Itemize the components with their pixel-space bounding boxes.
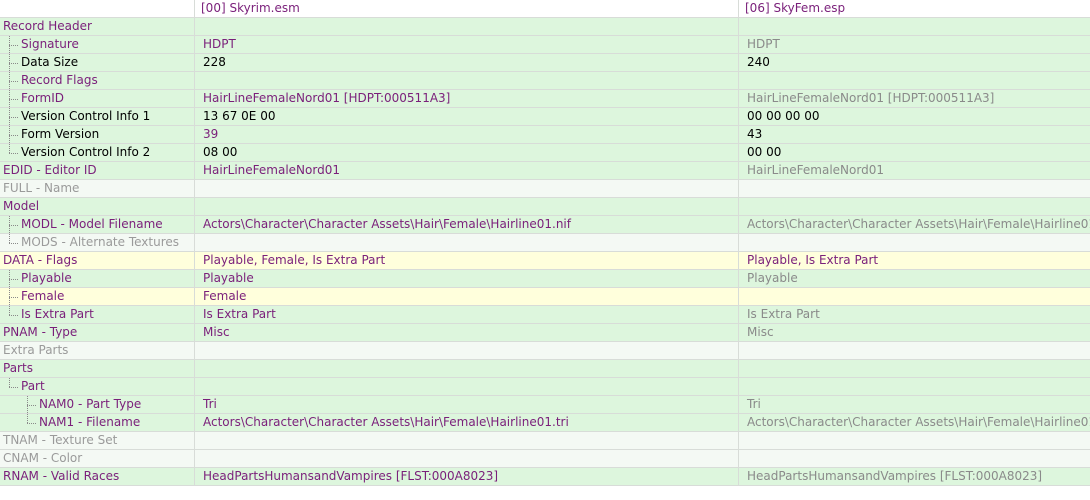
value-skyfem: Actors\Character\Character Assets\Hair\F… [747,217,1090,231]
value-skyrim: Actors\Character\Character Assets\Hair\F… [203,217,571,231]
column-header-row: [00] Skyrim.esm [06] SkyFem.esp [0,0,1090,18]
tree-row-edid[interactable]: EDID - Editor ID HairLineFemaleNord01 Ha… [0,162,1090,180]
tree-row-modl[interactable]: MODL - Model Filename Actors\Character\C… [0,216,1090,234]
value-skyfem: Playable [747,271,798,285]
tree-row-is-extra-part[interactable]: Is Extra Part Is Extra Part Is Extra Par… [0,306,1090,324]
tree-row-rnam[interactable]: RNAM - Valid Races HeadPartsHumansandVam… [0,468,1090,486]
tree-row-record-flags[interactable]: Record Flags [0,72,1090,90]
value-skyrim: 08 00 [203,145,238,159]
record-compare-grid: [00] Skyrim.esm [06] SkyFem.esp Record H… [0,0,1090,486]
tree-row-data-flags[interactable]: DATA - Flags Playable, Female, Is Extra … [0,252,1090,270]
row-label: EDID - Editor ID [3,163,97,177]
tree-row-cnam[interactable]: CNAM - Color [0,450,1090,468]
row-label: MODS - Alternate Textures [21,235,180,249]
row-label: Record Flags [21,73,98,87]
value-skyfem: Is Extra Part [747,307,820,321]
row-label: Signature [21,37,79,51]
value-skyrim: Misc [203,325,230,339]
column-header-skyfem[interactable]: [06] SkyFem.esp [739,0,1090,17]
row-label: Record Header [3,19,92,33]
value-skyrim: Playable [203,271,254,285]
row-label: Playable [21,271,72,285]
tree-row-form-version[interactable]: Form Version 39 43 [0,126,1090,144]
value-skyfem: HDPT [747,37,780,51]
value-skyfem: 240 [747,55,770,69]
tree-row-model[interactable]: Model [0,198,1090,216]
value-skyrim: Actors\Character\Character Assets\Hair\F… [203,415,569,429]
row-label: Model [3,199,40,213]
row-label: Version Control Info 2 [21,145,151,159]
value-skyfem: Tri [747,397,761,411]
tree-row-record-header[interactable]: Record Header [0,18,1090,36]
row-label: NAM0 - Part Type [39,397,142,411]
header-label-cell [0,0,195,17]
tree-row-data-size[interactable]: Data Size 228 240 [0,54,1090,72]
tree-row-full-name[interactable]: FULL - Name [0,180,1090,198]
value-skyrim: HeadPartsHumansandVampires [FLST:000A802… [203,469,499,483]
row-label: Is Extra Part [21,307,94,321]
row-label: PNAM - Type [3,325,78,339]
row-label: Extra Parts [3,343,69,357]
value-skyrim: Is Extra Part [203,307,276,321]
tree-row-female[interactable]: Female Female [0,288,1090,306]
tree-row-parts[interactable]: Parts [0,360,1090,378]
tree-row-nam0[interactable]: NAM0 - Part Type Tri Tri [0,396,1090,414]
value-skyrim: Female [203,289,247,303]
value-skyfem: 43 [747,127,763,141]
value-skyrim: 13 67 0E 00 [203,109,276,123]
tree-row-tnam[interactable]: TNAM - Texture Set [0,432,1090,450]
row-label: Data Size [21,55,79,69]
row-label: TNAM - Texture Set [3,433,118,447]
value-skyrim: HairLineFemaleNord01 [203,163,340,177]
value-skyrim: 228 [203,55,226,69]
value-skyfem: HairLineFemaleNord01 [747,163,884,177]
tree-row-version-control-info-1[interactable]: Version Control Info 1 13 67 0E 00 00 00… [0,108,1090,126]
row-label: Form Version [21,127,100,141]
column-header-skyrim[interactable]: [00] Skyrim.esm [195,0,739,17]
tree-row-playable[interactable]: Playable Playable Playable [0,270,1090,288]
row-label: FULL - Name [3,181,80,195]
value-skyrim: Tri [203,397,217,411]
value-skyrim: HDPT [203,37,236,51]
tree-row-extra-parts[interactable]: Extra Parts [0,342,1090,360]
tree-row-signature[interactable]: Signature HDPT HDPT [0,36,1090,54]
row-label: DATA - Flags [3,253,78,267]
value-skyfem: 00 00 00 00 [747,109,820,123]
row-label: Parts [3,361,33,375]
value-skyrim: 39 [203,127,219,141]
row-label: NAM1 - Filename [39,415,141,429]
row-label: Part [21,379,45,393]
value-skyfem: HeadPartsHumansandVampires [FLST:000A802… [747,469,1043,483]
value-skyfem: Playable, Is Extra Part [747,253,879,267]
row-label: FormID [21,91,65,105]
tree-row-part[interactable]: Part [0,378,1090,396]
value-skyrim: HairLineFemaleNord01 [HDPT:000511A3] [203,91,451,105]
tree-row-pnam[interactable]: PNAM - Type Misc Misc [0,324,1090,342]
value-skyfem: 00 00 [747,145,782,159]
row-label: CNAM - Color [3,451,83,465]
row-label: RNAM - Valid Races [3,469,120,483]
row-label: MODL - Model Filename [21,217,163,231]
row-label: Female [21,289,65,303]
row-label: Version Control Info 1 [21,109,151,123]
tree-row-nam1[interactable]: NAM1 - Filename Actors\Character\Charact… [0,414,1090,432]
value-skyfem: HairLineFemaleNord01 [HDPT:000511A3] [747,91,995,105]
value-skyfem: Misc [747,325,774,339]
value-skyrim: Playable, Female, Is Extra Part [203,253,386,267]
tree-row-mods[interactable]: MODS - Alternate Textures [0,234,1090,252]
value-skyfem: Actors\Character\Character Assets\Hair\F… [747,415,1090,429]
tree-row-version-control-info-2[interactable]: Version Control Info 2 08 00 00 00 [0,144,1090,162]
tree-row-formid[interactable]: FormID HairLineFemaleNord01 [HDPT:000511… [0,90,1090,108]
